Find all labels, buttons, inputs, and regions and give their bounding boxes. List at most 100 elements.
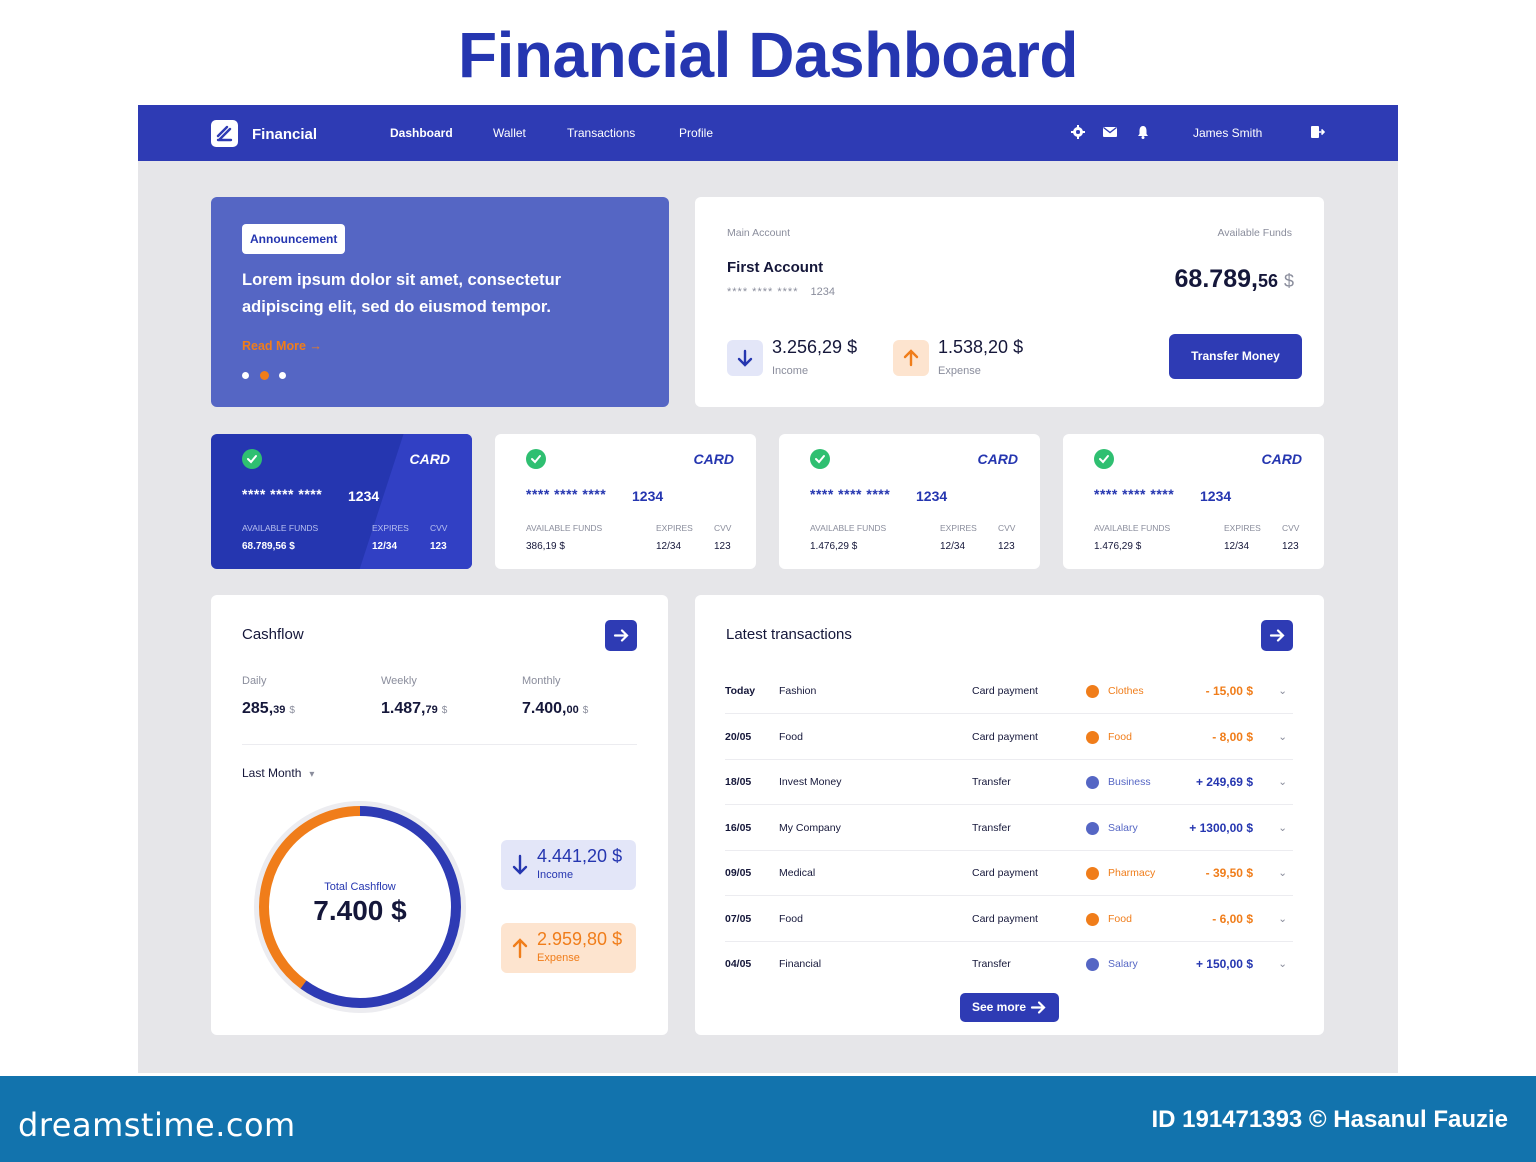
transaction-category: Business xyxy=(1108,776,1151,788)
cashflow-title: Cashflow xyxy=(242,626,304,643)
check-icon xyxy=(1094,449,1114,469)
expense-label: Expense xyxy=(938,365,981,377)
transaction-method: Card payment xyxy=(972,730,1038,743)
period-daily-label: Daily xyxy=(242,675,267,687)
gear-icon[interactable] xyxy=(1070,124,1086,140)
transaction-category: Salary xyxy=(1108,958,1138,970)
transaction-method: Card payment xyxy=(972,685,1038,697)
card-mask: **** **** **** xyxy=(1094,486,1175,502)
total-cashflow-label: Total Cashflow xyxy=(324,881,396,893)
period-daily-value: 285,39 $ xyxy=(242,700,295,718)
chevron-down-icon[interactable]: ⌄ xyxy=(1278,731,1287,743)
cashflow-open-button[interactable] xyxy=(605,620,637,651)
chevron-down-icon[interactable]: ⌄ xyxy=(1278,822,1287,834)
see-more-button[interactable]: See more xyxy=(960,993,1059,1022)
transaction-date: 16/05 xyxy=(725,821,752,834)
arrow-up-icon xyxy=(903,349,919,367)
card-last4: 1234 xyxy=(1200,488,1232,504)
transactions-open-button[interactable] xyxy=(1261,620,1293,651)
check-icon xyxy=(526,449,546,469)
bank-card[interactable]: CARD **** **** **** 1234 AVAILABLE FUNDS EXP… xyxy=(495,434,756,569)
account-name: First Account xyxy=(727,259,824,276)
see-more-label: See more xyxy=(972,1000,1027,1014)
transaction-amount: - 15,00 $ xyxy=(1205,684,1253,698)
transaction-row[interactable]: 09/05 Medical Card payment Pharmacy - 39,50 … xyxy=(725,850,1293,896)
total-cashflow-value: 7.400 $ xyxy=(313,895,407,926)
nav-wallet[interactable]: Wallet xyxy=(493,126,526,140)
card-mask: **** **** **** xyxy=(810,486,891,502)
transaction-row[interactable]: 18/05 Invest Money Transfer Business + 249,6… xyxy=(725,759,1293,805)
transaction-date: 09/05 xyxy=(725,867,752,879)
read-more-link[interactable]: Read More → xyxy=(242,339,322,353)
chevron-down-icon[interactable]: ⌄ xyxy=(1278,685,1287,697)
transaction-row[interactable]: 07/05 Food Card payment Food - 6,00 $ ⌄ xyxy=(725,896,1293,942)
page-title: Financial Dashboard xyxy=(458,19,1078,91)
card-funds-label: AVAILABLE FUNDS xyxy=(526,523,603,533)
divider xyxy=(242,744,637,745)
main-account-label: Main Account xyxy=(727,227,791,239)
transfer-money-button[interactable]: Transfer Money xyxy=(1169,334,1302,379)
daily-main: 285, xyxy=(242,700,274,717)
transaction-category: Clothes xyxy=(1108,685,1144,697)
nav-profile[interactable]: Profile xyxy=(679,126,713,140)
card-funds: 386,19 $ xyxy=(526,541,565,552)
user-name[interactable]: James Smith xyxy=(1193,126,1262,140)
card-expires: 12/34 xyxy=(1224,541,1250,552)
transaction-amount: - 6,00 $ xyxy=(1212,911,1253,926)
mail-icon[interactable] xyxy=(1102,124,1118,140)
category-dot-icon xyxy=(1086,958,1099,971)
category-dot-icon xyxy=(1086,776,1099,789)
card-brand: CARD xyxy=(409,451,450,467)
brand-name: Financial xyxy=(252,126,318,143)
period-weekly-value: 1.487,79 $ xyxy=(381,700,447,718)
nav-dashboard[interactable]: Dashboard xyxy=(390,126,453,140)
card-brand: CARD xyxy=(1261,451,1302,467)
bank-card[interactable]: CARD **** **** **** 1234 AVAILABLE FUNDS EXP… xyxy=(779,434,1040,569)
transaction-row[interactable]: 16/05 My Company Transfer Salary + 1300,00 $… xyxy=(725,805,1293,851)
cashflow-expense-value: 2.959,80 $ xyxy=(537,929,623,949)
weekly-currency: $ xyxy=(441,705,448,716)
funds-main: 68.789, xyxy=(1174,265,1258,293)
transaction-date: 18/05 xyxy=(725,776,752,788)
category-dot-icon xyxy=(1086,821,1099,835)
bank-card[interactable]: CARD **** **** **** 1234 AVAILABLE FUNDS EXP… xyxy=(211,434,472,569)
nav-transactions[interactable]: Transactions xyxy=(567,126,635,140)
chevron-down-icon[interactable]: ⌄ xyxy=(1278,776,1287,788)
card-last4: 1234 xyxy=(632,488,664,504)
chevron-down-icon[interactable]: ⌄ xyxy=(1278,913,1287,925)
weekly-cents: 79 xyxy=(425,704,438,716)
bank-card[interactable]: CARD **** **** **** 1234 AVAILABLE FUNDS EXP… xyxy=(1063,434,1324,569)
card-funds-label: AVAILABLE FUNDS xyxy=(1094,523,1171,533)
transactions-title: Latest transactions xyxy=(726,626,852,643)
monthly-currency: $ xyxy=(582,705,589,716)
card-expires-label: EXPIRES xyxy=(656,523,693,533)
range-select[interactable]: Last Month ▾ xyxy=(242,766,314,780)
transaction-date: 04/05 xyxy=(725,958,752,970)
carousel-dot-3[interactable] xyxy=(279,372,286,379)
transaction-row[interactable]: 20/05 Food Card payment Food - 8,00 $ ⌄ xyxy=(725,714,1293,760)
carousel-dot-2[interactable] xyxy=(260,371,269,380)
brand-logo-icon[interactable] xyxy=(211,120,238,147)
arrow-up-icon xyxy=(512,938,528,959)
transaction-row[interactable]: 04/05 Financial Transfer Salary + 150,00 $ ⌄ xyxy=(725,941,1293,987)
carousel-dot-1[interactable] xyxy=(242,372,249,379)
card-cvv: 123 xyxy=(430,541,447,552)
arrow-down-icon xyxy=(512,854,528,875)
chevron-down-icon[interactable]: ⌄ xyxy=(1278,867,1287,879)
footer-credit: ID 191471393 © Hasanul Fauzie xyxy=(1151,1106,1508,1133)
card-funds-label: AVAILABLE FUNDS xyxy=(242,523,319,533)
check-icon xyxy=(810,449,830,469)
chevron-down-icon[interactable]: ⌄ xyxy=(1278,958,1287,970)
card-expires-label: EXPIRES xyxy=(940,523,977,533)
transaction-date: Today xyxy=(725,685,756,697)
range-select-value: Last Month xyxy=(242,766,302,780)
bell-icon[interactable] xyxy=(1135,124,1151,140)
transaction-row[interactable]: Today Fashion Card payment Clothes - 15,00 $… xyxy=(725,668,1293,714)
transaction-method: Card payment xyxy=(972,867,1038,879)
expense-badge xyxy=(893,340,929,376)
transaction-method: Card payment xyxy=(972,912,1038,925)
category-dot-icon xyxy=(1086,730,1099,744)
logout-icon[interactable] xyxy=(1309,124,1325,140)
card-expires: 12/34 xyxy=(656,541,682,552)
transaction-category: Food xyxy=(1108,730,1132,743)
